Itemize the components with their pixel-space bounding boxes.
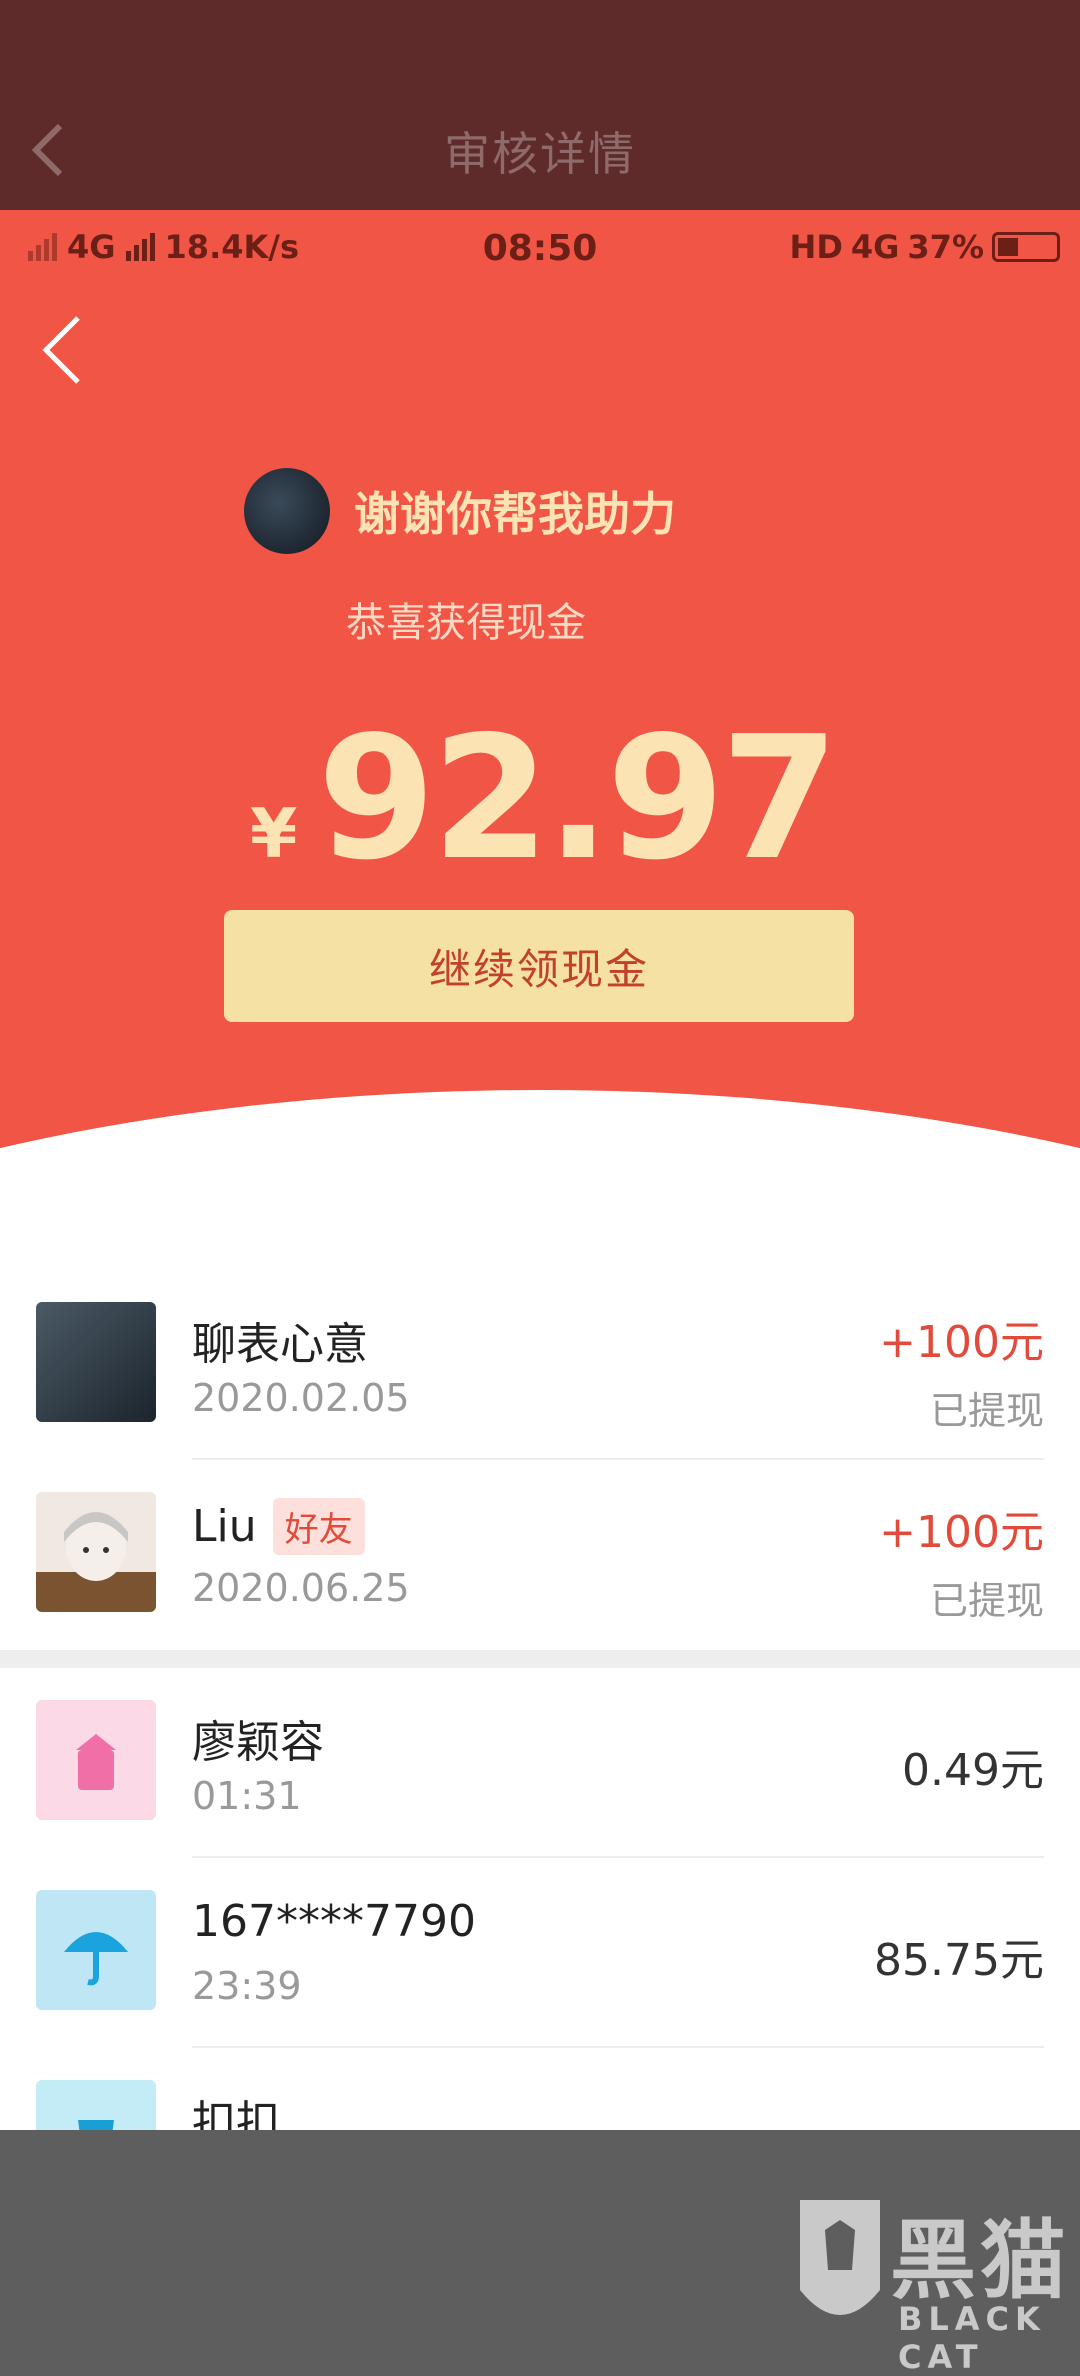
list-item[interactable]: 167****7790 23:39 85.75元 bbox=[0, 1858, 1080, 2048]
record-amount: +100元 bbox=[879, 1507, 1044, 1558]
umbrella-icon bbox=[64, 1932, 128, 1986]
record-status: 已提现 bbox=[929, 1579, 1044, 1623]
record-name: 扣扣 bbox=[192, 2097, 280, 2130]
list-item[interactable]: 廖颖容 01:31 0.49元 bbox=[0, 1668, 1080, 1858]
watermark-en: BLACK CAT bbox=[898, 2300, 1046, 2376]
avatar bbox=[36, 1890, 156, 2010]
record-status: 已提现 bbox=[929, 1389, 1044, 1433]
avatar bbox=[36, 1492, 156, 1612]
list-item[interactable]: 聊表心意 2020.02.05 +100元 已提现 bbox=[0, 1270, 1080, 1460]
hd-label: HD bbox=[789, 228, 843, 266]
amount-value: 92.97 bbox=[317, 700, 839, 898]
avatar bbox=[36, 2080, 156, 2130]
record-date: 2020.02.05 bbox=[192, 1376, 410, 1420]
cat-logo-icon bbox=[800, 2200, 880, 2315]
currency-symbol: ¥ bbox=[250, 795, 298, 874]
page-title: 审核详情 bbox=[444, 127, 636, 181]
friend-badge: 好友 bbox=[272, 1498, 365, 1555]
record-name: 廖颖容 bbox=[192, 1717, 324, 1768]
record-time: 01:31 bbox=[192, 1774, 302, 1818]
hero-banner: 4G 18.4K/s 08:50 HD 4G 37% 谢谢你帮我助力 恭喜获得现… bbox=[0, 210, 1080, 1220]
cup-icon bbox=[78, 2120, 114, 2130]
back-arrow-icon[interactable] bbox=[38, 310, 88, 390]
avatar bbox=[36, 1700, 156, 1820]
congrats-text: 恭喜获得现金 bbox=[346, 600, 586, 646]
help-thanks-text: 谢谢你帮我助力 bbox=[354, 487, 676, 541]
outer-header: 审核详情 bbox=[0, 0, 1080, 210]
cash-amount: ¥92.97 bbox=[250, 700, 839, 898]
record-amount: +100元 bbox=[879, 1317, 1044, 1368]
record-time: 23:39 bbox=[192, 1964, 302, 2008]
anime-avatar-icon bbox=[36, 1492, 156, 1612]
avatar bbox=[36, 1302, 156, 1422]
helper-avatar bbox=[244, 468, 330, 554]
cup-icon bbox=[76, 1734, 116, 1790]
watermark-cn: 黑猫 bbox=[890, 2211, 1070, 2311]
network-right-label: 4G bbox=[850, 228, 900, 266]
record-date: 2020.06.25 bbox=[192, 1566, 410, 1610]
list-item[interactable]: 扣扣 80.28元 bbox=[0, 2048, 1080, 2130]
record-name: 聊表心意 bbox=[192, 1319, 368, 1370]
record-amount: 85.75元 bbox=[874, 1935, 1044, 1986]
continue-claim-button[interactable]: 继续领现金 bbox=[224, 910, 854, 1022]
record-amount: 80.28元 bbox=[874, 2114, 1044, 2130]
record-amount: 0.49元 bbox=[902, 1745, 1044, 1796]
battery-percent: 37% bbox=[907, 228, 984, 266]
embedded-screenshot: 4G 18.4K/s 08:50 HD 4G 37% 谢谢你帮我助力 恭喜获得现… bbox=[0, 210, 1080, 2130]
record-name: Liu bbox=[192, 1501, 257, 1552]
battery-icon bbox=[992, 232, 1060, 262]
list-item[interactable]: Liu 好友 2020.06.25 +100元 已提现 bbox=[0, 1460, 1080, 1650]
watermark: 黑猫 BLACK CAT bbox=[790, 2190, 1070, 2376]
record-name: 167****7790 bbox=[192, 1896, 476, 1947]
section-gap bbox=[0, 1650, 1080, 1668]
status-bar: 4G 18.4K/s 08:50 HD 4G 37% bbox=[0, 210, 1080, 285]
records-list: 聊表心意 2020.02.05 +100元 已提现 Liu 好友 2020.06… bbox=[0, 1270, 1080, 2130]
hero-curve bbox=[0, 1090, 1080, 1220]
